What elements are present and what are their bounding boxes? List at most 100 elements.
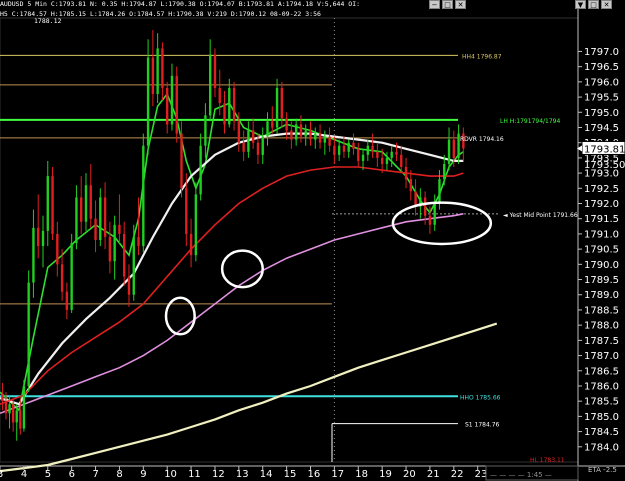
candle-body (261, 136, 264, 155)
candle-body (170, 75, 174, 125)
price-chart[interactable]: 1784.01784.51785.01785.51786.01786.51787… (0, 0, 625, 481)
candle-body (318, 133, 322, 143)
close-button[interactable]: ✕ (601, 0, 612, 9)
candle-body (180, 133, 183, 189)
y-axis-tick-label: 1792.5 (584, 184, 619, 195)
candle-body (275, 87, 279, 128)
candle-body (99, 197, 102, 240)
candle-body (447, 139, 451, 164)
candle-body (123, 233, 126, 277)
candle-body (285, 118, 288, 131)
candle-body (151, 57, 155, 95)
y-axis-tick-label: 1787.0 (584, 351, 619, 362)
x-axis-tick-label: 20 (403, 469, 416, 480)
candle-body (390, 151, 393, 158)
candle-body (127, 276, 131, 295)
candle-body (175, 75, 178, 134)
y-axis-tick-label: 1788.0 (584, 321, 619, 332)
candle-body (185, 188, 188, 234)
candle-body (208, 54, 212, 116)
candle-body (19, 410, 22, 429)
x-axis-tick-label: 9 (140, 469, 146, 480)
candle-body (380, 157, 384, 164)
candle-body (271, 121, 274, 128)
chart-window: 1784.0 1784.5 1785.0 1785.5 1786.0 1786.5 1787… (0, 0, 625, 481)
candle-body (94, 218, 97, 240)
x-axis-tick-label: 18 (355, 469, 368, 480)
x-axis-tick-label: 5 (45, 469, 51, 480)
candle-body (65, 291, 69, 310)
label-yest-mid: ◄ Yest Mid Point 1791.66 (503, 212, 578, 219)
candle-body (56, 233, 59, 265)
x-axis-tick-label: 7 (93, 469, 99, 480)
candle-body (280, 87, 284, 119)
candle-body (228, 87, 231, 125)
candle-body (361, 154, 365, 161)
candle-body (60, 264, 64, 292)
candle-body (32, 227, 35, 283)
candle-body (409, 179, 413, 192)
series-white-ma (0, 132, 464, 406)
candle-body (352, 142, 355, 149)
label-hh4: HH4 1796.87 (462, 53, 502, 60)
y-axis-tick-label: 1795.5 (584, 93, 619, 104)
candle-body (37, 227, 40, 247)
x-axis-tick-label: 22 (451, 469, 464, 480)
candle-body (113, 224, 116, 262)
candle-body (438, 179, 441, 204)
y-axis-tick-label: 1784.0 (584, 442, 619, 453)
y-axis-tick-label: 1785.5 (584, 397, 619, 408)
candle-body (146, 57, 150, 146)
candle-body (309, 130, 312, 140)
candle-body (46, 176, 49, 231)
candle-body (376, 151, 379, 158)
candle-body (8, 404, 11, 414)
series-violet-ma (0, 213, 464, 415)
y-axis-tick-label: 1789.0 (584, 290, 619, 301)
current-price-label: 1793.81 (584, 144, 625, 155)
x-axis-tick-label: 13 (236, 469, 249, 480)
indicator-header: H5 C:1784.57 H:1785.15 L:1784.26 O:1784.… (0, 10, 321, 18)
child-close-button[interactable]: ✕ (455, 0, 466, 9)
candle-body (199, 145, 202, 195)
child-minimize-button[interactable]: − (429, 0, 440, 9)
candle-body (294, 124, 298, 140)
candle-body (213, 54, 217, 88)
candle-body (223, 103, 226, 125)
restore-button[interactable]: □ (588, 0, 599, 9)
candle-body (4, 401, 8, 414)
candle-body (328, 136, 331, 146)
y-axis-tick-label: 1791.0 (584, 229, 619, 240)
candle-body (41, 230, 45, 247)
candle-body (132, 236, 135, 295)
candle-body (256, 142, 260, 155)
candle-body (404, 167, 408, 180)
y-axis-tick-label: 1797.0 (584, 47, 619, 58)
x-axis-tick-label: 10 (164, 469, 177, 480)
candle-body (299, 124, 303, 137)
candle-body (371, 145, 374, 152)
candle-body (314, 133, 317, 140)
highlight-ellipse-1 (164, 296, 196, 336)
child-restore-button[interactable]: □ (442, 0, 453, 9)
x-axis-tick-label: 14 (260, 469, 273, 480)
candle-body (443, 163, 446, 180)
y-axis-tick-label: 1794.5 (584, 123, 619, 134)
y-axis-tick-label: 1789.5 (584, 275, 619, 286)
candle-body (433, 203, 436, 225)
label-rdvr: RDVR 1794.16 (460, 136, 504, 143)
candle-body (11, 404, 15, 423)
minimize-button[interactable]: ▼ (575, 0, 586, 9)
candle-body (27, 282, 30, 386)
candle-body (80, 197, 83, 222)
y-axis-tick-label: 1786.5 (584, 366, 619, 377)
x-axis-tick-label: 15 (284, 469, 297, 480)
y-axis-tick-label: 1792.0 (584, 199, 619, 210)
y-axis-tick-label: 1796.0 (584, 77, 619, 88)
y-axis-tick-label: 1785.0 (584, 412, 619, 423)
candle-body (304, 130, 307, 137)
candle-body (108, 236, 112, 262)
x-axis-tick-label: 19 (379, 469, 392, 480)
y-axis-tick-label: 1787.5 (584, 336, 619, 347)
time-axis-status: — — — — 1:45 — (490, 471, 552, 479)
